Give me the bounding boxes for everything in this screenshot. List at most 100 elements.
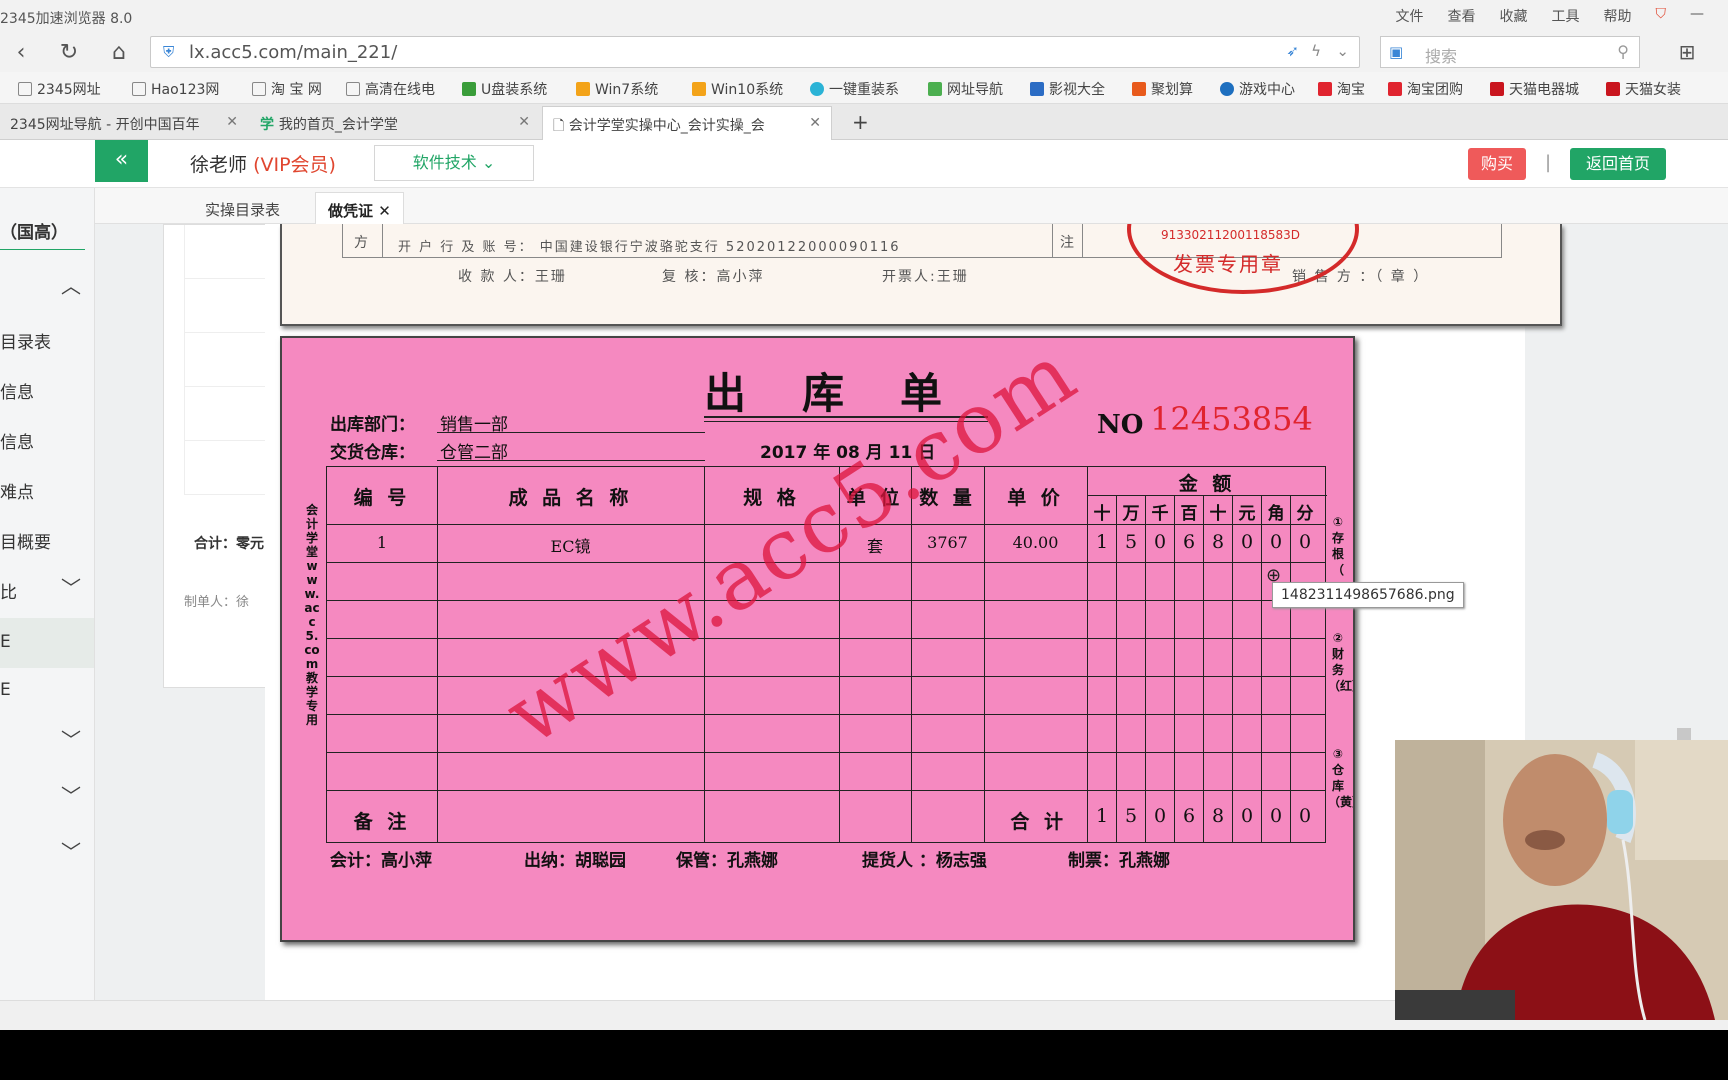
sidebar-item-group2[interactable]: ﹀ bbox=[0, 720, 94, 760]
voucher-total: 合计：零元 bbox=[194, 536, 264, 552]
voucher-maker: 制单人：徐 bbox=[184, 595, 250, 610]
total-digit: 0 bbox=[1153, 805, 1167, 827]
buy-button[interactable]: 购买 bbox=[1468, 148, 1526, 180]
menu-file[interactable]: 文件 bbox=[1396, 6, 1424, 26]
collapse-sidebar-button[interactable]: « bbox=[95, 140, 148, 182]
close-icon[interactable]: ✕ bbox=[226, 114, 238, 130]
menu-view[interactable]: 查看 bbox=[1448, 6, 1476, 26]
sidebar-item-group4[interactable]: ﹀ bbox=[0, 832, 94, 872]
sidebar-item-e[interactable]: E bbox=[0, 670, 94, 710]
warehouse-label: 交货仓库： bbox=[330, 443, 415, 463]
bookmark[interactable]: 淘 宝 网 bbox=[252, 79, 322, 99]
sidebar-item-info[interactable]: 信息 bbox=[0, 368, 94, 408]
sidebar-label: （国高） bbox=[0, 223, 68, 243]
total-digit: 0 bbox=[1240, 805, 1254, 827]
usb-icon bbox=[462, 82, 476, 96]
seal-text: 发票专用章 bbox=[1173, 252, 1283, 276]
bookmark[interactable]: Hao123网 bbox=[132, 79, 219, 99]
page-icon bbox=[18, 82, 32, 96]
divider bbox=[327, 638, 1325, 639]
user-name: 徐老师 bbox=[190, 154, 248, 176]
image-tooltip: 1482311498657686.png bbox=[1272, 582, 1464, 608]
total-digit: 8 bbox=[1211, 805, 1225, 827]
menu-help[interactable]: 帮助 bbox=[1604, 6, 1632, 26]
bookmark[interactable]: 天猫女装 bbox=[1606, 79, 1681, 99]
xue-icon: 学 bbox=[260, 117, 279, 133]
rocket-icon[interactable]: ➶ bbox=[1286, 42, 1299, 60]
sidebar-label: E bbox=[0, 632, 11, 652]
lightning-icon[interactable]: ϟ bbox=[1311, 42, 1321, 60]
browser-tab[interactable]: 2345网址导航 - 开创中国百年 ✕ bbox=[0, 106, 248, 140]
tab-label: 会计学堂实操中心_会计实操_会 bbox=[568, 118, 765, 134]
bookmark[interactable]: U盘装系统 bbox=[462, 79, 547, 99]
bookmark[interactable]: Win10系统 bbox=[692, 79, 783, 99]
divider bbox=[1082, 224, 1083, 258]
chevron-down-icon[interactable]: ⌄ bbox=[1336, 42, 1349, 60]
tab-catalog[interactable]: 实操目录表 bbox=[193, 192, 292, 224]
sidebar-item-title[interactable]: （国高） bbox=[0, 210, 85, 250]
sidebar-item-catalog[interactable]: 目录表 bbox=[0, 318, 94, 358]
sidebar-item-compare[interactable]: 比 ﹀ bbox=[0, 568, 94, 608]
bookmark[interactable]: 2345网址 bbox=[18, 79, 101, 99]
bookmark[interactable]: 高清在线电 bbox=[346, 79, 435, 99]
sidebar-item-difficulty[interactable]: 难点 bbox=[0, 468, 94, 508]
sidebar-label: 比 bbox=[0, 583, 17, 603]
divider bbox=[327, 600, 1325, 601]
sidebar-item-active[interactable]: E bbox=[0, 618, 94, 668]
webcam-overlay bbox=[1395, 740, 1728, 1020]
home-icon[interactable]: ⌂ bbox=[104, 40, 134, 65]
col-header-price: 单 价 bbox=[1007, 487, 1064, 509]
bookmark[interactable]: 游戏中心 bbox=[1220, 79, 1295, 99]
seal-number: 91330211200118583D bbox=[1161, 228, 1301, 242]
shirt-icon[interactable]: ⛉ bbox=[1656, 6, 1667, 26]
sidebar-label: 信息 bbox=[0, 383, 34, 403]
menu-favorites[interactable]: 收藏 bbox=[1500, 6, 1528, 26]
url-bar[interactable]: ⛨ lx.acc5.com/main_221/ ➶ ϟ ⌄ bbox=[150, 36, 1360, 68]
bookmark[interactable]: 淘宝团购 bbox=[1388, 79, 1463, 99]
bookmark[interactable]: 一键重装系 bbox=[810, 79, 899, 99]
bookmark[interactable]: 网址导航 bbox=[928, 79, 1003, 99]
digit-header: 角 bbox=[1267, 504, 1285, 524]
divider bbox=[327, 714, 1325, 715]
video-icon bbox=[1030, 82, 1044, 96]
bookmark[interactable]: 天猫电器城 bbox=[1490, 79, 1579, 99]
total-digit: 1 bbox=[1095, 805, 1109, 827]
app-title: 2345加速浏览器 8.0 bbox=[0, 11, 133, 27]
sidebar-item-group[interactable]: ︿ bbox=[0, 266, 94, 306]
bookmark[interactable]: 聚划算 bbox=[1132, 79, 1193, 99]
row1-no: 1 bbox=[376, 533, 388, 552]
search-icon[interactable]: ⚲ bbox=[1617, 42, 1629, 61]
bookmark[interactable]: Win7系统 bbox=[576, 79, 658, 99]
close-icon[interactable]: ✕ bbox=[378, 202, 391, 220]
refresh-icon[interactable]: ↻ bbox=[54, 40, 84, 65]
browser-tab[interactable]: 学 我的首页_会计学堂 ✕ bbox=[250, 106, 540, 140]
tab-voucher[interactable]: 做凭证 ✕ bbox=[315, 192, 404, 224]
minimize-icon[interactable]: — bbox=[1690, 6, 1704, 26]
return-home-button[interactable]: 返回首页 bbox=[1570, 148, 1666, 180]
sidebar-label: 信息 bbox=[0, 433, 34, 453]
biller: 制票：孔燕娜 bbox=[1068, 851, 1170, 871]
row1-name: EC镜 bbox=[550, 537, 591, 556]
new-tab-button[interactable]: + bbox=[842, 106, 879, 140]
divider bbox=[327, 790, 1325, 791]
sidebar-item-overview[interactable]: 目概要 bbox=[0, 518, 94, 558]
address-row: ‹ ↻ ⌂ ⛨ lx.acc5.com/main_221/ ➶ ϟ ⌄ ▣ 搜索… bbox=[0, 34, 1728, 72]
divider bbox=[437, 460, 705, 461]
menu-tools[interactable]: 工具 bbox=[1552, 6, 1580, 26]
close-icon[interactable]: ✕ bbox=[518, 114, 530, 130]
digit-header: 万 bbox=[1122, 504, 1140, 524]
browser-tab-active[interactable]: 🗋 会计学堂实操中心_会计实操_会 ✕ bbox=[542, 106, 832, 140]
search-box[interactable]: ▣ 搜索 ⚲ bbox=[1380, 36, 1640, 68]
back-icon[interactable]: ‹ bbox=[6, 40, 36, 65]
sidebar-label: 难点 bbox=[0, 483, 34, 503]
software-tech-dropdown[interactable]: 软件技术 ⌄ bbox=[374, 145, 534, 181]
vertical-note: 会计学堂www.acc5.com教学专用 bbox=[304, 503, 320, 727]
bookmark[interactable]: 影视大全 bbox=[1030, 79, 1105, 99]
close-icon[interactable]: ✕ bbox=[809, 115, 821, 131]
sidebar: （国高） ︿ 目录表 信息 信息 难点 目概要 比 ﹀ E E ﹀ ﹀ ﹀ bbox=[0, 188, 95, 1000]
sidebar-item-info2[interactable]: 信息 bbox=[0, 418, 94, 458]
bookmark[interactable]: 淘宝 bbox=[1318, 79, 1365, 99]
sidebar-item-group3[interactable]: ﹀ bbox=[0, 776, 94, 816]
browser-menu: 文件 查看 收藏 工具 帮助 ⛉ — bbox=[1396, 6, 1728, 26]
grid-icon[interactable]: ⊞ bbox=[1672, 40, 1702, 64]
